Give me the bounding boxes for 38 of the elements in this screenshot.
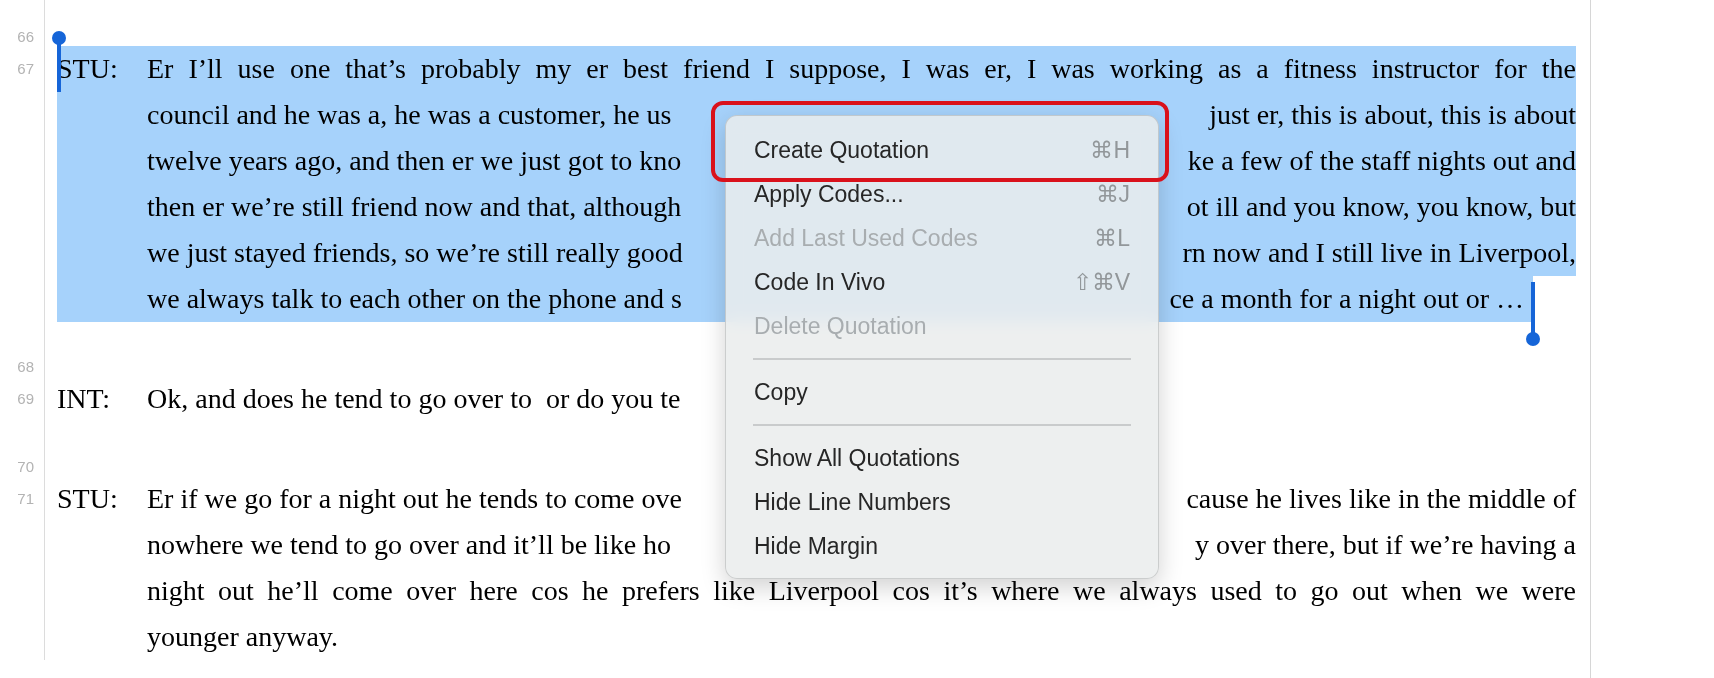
transcript-line: ce a month for a night out or … — [1169, 282, 1524, 316]
line-number: 66 — [17, 28, 34, 46]
transcript-line: rn now and I still live in Liverpool, — [1182, 236, 1576, 270]
transcript-line: then er we’re still friend now and that, although — [147, 190, 682, 224]
shortcut-label: ⌘L — [1094, 223, 1130, 253]
line-number: 67 — [17, 58, 34, 79]
menu-item[interactable]: Copy — [726, 370, 1158, 414]
selection-handle[interactable] — [1526, 282, 1540, 346]
speaker-label: INT: — [57, 383, 111, 414]
transcript-line: y over there, but if we’re having a — [1195, 528, 1576, 562]
menu-item[interactable]: Show All Quotations — [726, 436, 1158, 480]
transcript-line: younger anyway. — [147, 620, 339, 654]
transcript-line: Er I’ll use one that’s probably my er best friend I suppose, I was er, I was working as a fitness instructor for the — [147, 52, 1576, 86]
menu-item[interactable]: Apply Codes... ⌘J — [726, 172, 1158, 216]
transcript-line: ke a few of the staff nights out and — [1187, 144, 1576, 178]
line-number: 68 — [17, 358, 34, 376]
line-number: 71 — [17, 488, 34, 509]
shortcut-label: ⌘H — [1090, 135, 1130, 165]
transcript-line: just er, this is about, this is about — [1209, 98, 1576, 132]
transcript-line: nowhere we tend to go over and it’ll be like ho — [147, 528, 672, 562]
transcript-line: Ok, and does he tend to go over to or do you te — [147, 382, 681, 416]
transcript-line: council and he was a, he was a customer, he us — [147, 98, 672, 132]
menu-item[interactable]: Hide Line Numbers — [726, 480, 1158, 524]
shortcut-label: ⌘J — [1095, 179, 1130, 209]
transcript-line: Er if we go for a night out he tends to come ove — [147, 482, 682, 516]
transcript-line: we just stayed friends, so we’re still really good — [147, 236, 683, 270]
line-number: 69 — [17, 388, 34, 409]
line-number: 70 — [17, 458, 34, 476]
transcript-line: ot ill and you know, you know, but — [1186, 190, 1576, 224]
speaker-label: STU: — [57, 483, 118, 514]
transcript-line: we always talk to each other on the phone and s — [147, 282, 682, 316]
transcript-line: night out he’ll come over here cos he prefers like Liverpool cos it’s where we always used to go out when we were — [147, 574, 1576, 608]
menu-item[interactable]: Create Quotation ⌘H — [726, 128, 1158, 172]
menu-item[interactable]: Hide Margin — [726, 524, 1158, 568]
transcript-line: cause he lives like in the middle of — [1186, 482, 1576, 516]
transcript-line: twelve years ago, and then er we just got to kno — [147, 144, 682, 178]
menu-item[interactable]: Code In Vivo ⇧⌘V — [726, 260, 1158, 304]
shortcut-label: ⇧⌘V — [1072, 267, 1130, 297]
